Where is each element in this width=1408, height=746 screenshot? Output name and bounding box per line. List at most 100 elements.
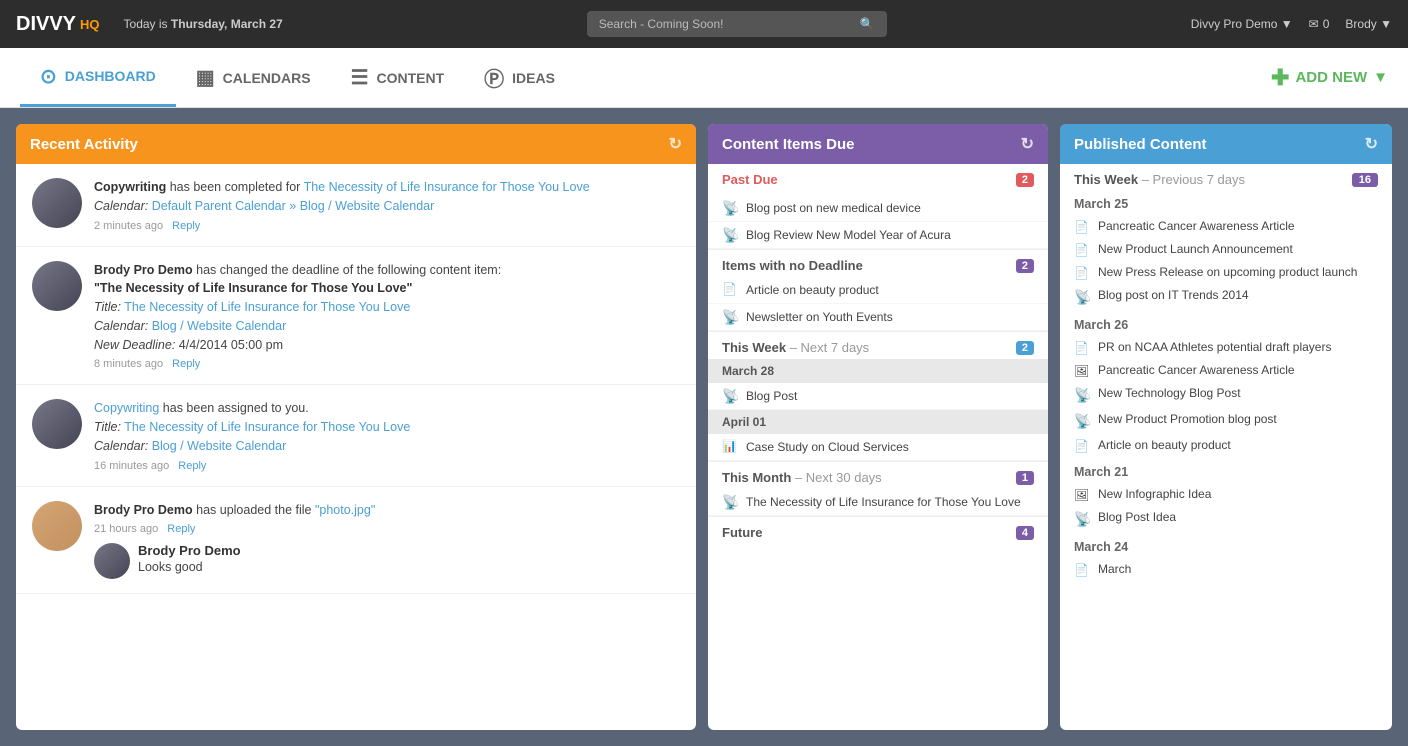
- activity-item: Copywriting has been assigned to you. Ti…: [16, 385, 696, 486]
- this-month-label: This Month – Next 30 days: [722, 470, 882, 485]
- pub-date: March 26: [1060, 314, 1392, 336]
- refresh-icon[interactable]: ↻: [1365, 134, 1378, 154]
- nav-dashboard-label: DASHBOARD: [65, 68, 156, 84]
- page-icon: 📄: [1074, 266, 1090, 280]
- activity-meta: 2 minutes ago Reply: [94, 220, 680, 232]
- pub-item-text: New Infographic Idea: [1098, 487, 1211, 501]
- activity-text: Copywriting has been completed for The N…: [94, 178, 680, 232]
- content-due-title: Content Items Due: [722, 136, 855, 153]
- reply-link[interactable]: Reply: [172, 358, 200, 370]
- pub-item-text: Article on beauty product: [1098, 438, 1231, 452]
- activity-text: Copywriting has been assigned to you. Ti…: [94, 399, 680, 471]
- content-icon: ☰: [351, 65, 369, 90]
- mail-area[interactable]: ✉ 0: [1309, 17, 1330, 31]
- cal-link[interactable]: Blog / Website Calendar: [152, 439, 287, 453]
- cal-link[interactable]: Blog / Website Calendar: [152, 319, 287, 333]
- comment-text: Looks good: [138, 558, 241, 577]
- main-content: Recent Activity ↻ Copywriting has been c…: [0, 108, 1408, 746]
- reply-link[interactable]: Reply: [172, 220, 200, 232]
- comment-area: Brody Pro Demo Looks good: [94, 543, 680, 579]
- past-due-label: Past Due: [722, 172, 778, 187]
- due-item: 📡 Newsletter on Youth Events: [708, 304, 1048, 331]
- timestamp: 16 minutes ago: [94, 460, 169, 472]
- item-title: "The Necessity of Life Insurance for Tho…: [94, 281, 412, 295]
- pub-item-text: March: [1098, 562, 1131, 576]
- due-item-text: Blog Post: [746, 389, 797, 403]
- date-divider: March 28: [708, 359, 1048, 383]
- pub-item: 📄 New Press Release on upcoming product …: [1060, 261, 1392, 284]
- past-due-badge: 2: [1016, 173, 1034, 187]
- rss-icon: 📡: [722, 388, 738, 404]
- nav-ideas[interactable]: Ⓟ IDEAS: [464, 48, 575, 107]
- refresh-icon[interactable]: ↻: [1021, 134, 1034, 154]
- page-icon: 📄: [722, 282, 738, 298]
- timestamp: 8 minutes ago: [94, 358, 163, 370]
- workspace-selector[interactable]: Divvy Pro Demo ▼: [1191, 17, 1293, 31]
- pub-item-text: Blog Post Idea: [1098, 510, 1176, 524]
- refresh-icon[interactable]: ↻: [669, 134, 682, 154]
- file-link[interactable]: "photo.jpg": [315, 503, 375, 517]
- nav-ideas-label: IDEAS: [512, 70, 555, 86]
- pub-item: 🖼 New Infographic Idea: [1060, 483, 1392, 506]
- pub-item: 📄 March: [1060, 558, 1392, 581]
- published-content-header: Published Content ↻: [1060, 124, 1392, 164]
- due-item: 📄 Article on beauty product: [708, 277, 1048, 304]
- activity-item: Brody Pro Demo has uploaded the file "ph…: [16, 487, 696, 595]
- pub-item: 📄 Article on beauty product: [1060, 434, 1392, 457]
- nav-content[interactable]: ☰ CONTENT: [331, 48, 465, 107]
- pub-item-text: Blog post on IT Trends 2014: [1098, 288, 1249, 302]
- commenter-avatar: [94, 543, 130, 579]
- reply-link[interactable]: Reply: [178, 460, 206, 472]
- future-label: Future: [722, 525, 762, 540]
- search-box[interactable]: Search - Coming Soon! 🔍: [587, 11, 887, 37]
- due-item-text: Blog post on new medical device: [746, 201, 921, 215]
- nav-dashboard[interactable]: ⊙ DASHBOARD: [20, 48, 176, 107]
- pub-item-text: New Product Promotion blog post: [1098, 412, 1277, 426]
- timestamp: 21 hours ago: [94, 523, 158, 535]
- deadline-value: 4/4/2014 05:00 pm: [179, 338, 283, 352]
- pub-item: 🖼 Pancreatic Cancer Awareness Article: [1060, 359, 1392, 382]
- pub-date: March 25: [1060, 193, 1392, 215]
- recent-activity-body: Copywriting has been completed for The N…: [16, 164, 696, 730]
- pub-date: March 24: [1060, 536, 1392, 558]
- avatar: [32, 399, 82, 449]
- search-icon: 🔍: [860, 17, 875, 31]
- rss-icon: 📡: [1074, 511, 1090, 528]
- pub-date: March 21: [1060, 461, 1392, 483]
- this-week-badge: 2: [1016, 341, 1034, 355]
- title-link[interactable]: The Necessity of Life Insurance for Thos…: [124, 420, 410, 434]
- photo-icon: 🖼: [1074, 488, 1090, 502]
- action-link[interactable]: Copywriting: [94, 401, 159, 415]
- due-item: 📊 Case Study on Cloud Services: [708, 434, 1048, 461]
- recent-activity-panel: Recent Activity ↻ Copywriting has been c…: [16, 124, 696, 730]
- avatar: [32, 501, 82, 551]
- page-icon: 📄: [1074, 439, 1090, 453]
- user-area[interactable]: Brody ▼: [1345, 17, 1392, 31]
- due-item: 📡 The Necessity of Life Insurance for Th…: [708, 489, 1048, 516]
- action-word: Copywriting: [94, 180, 166, 194]
- dashboard-icon: ⊙: [40, 64, 57, 89]
- nav-calendars-label: CALENDARS: [223, 70, 311, 86]
- search-text: Search - Coming Soon!: [599, 17, 724, 31]
- topbar: DIVVY HQ Today is Thursday, March 27 Sea…: [0, 0, 1408, 48]
- due-item: 📡 Blog Review New Model Year of Acura: [708, 222, 1048, 249]
- reply-link[interactable]: Reply: [167, 523, 195, 535]
- rss-icon: 📡: [1074, 289, 1090, 306]
- nav-content-label: CONTENT: [377, 70, 445, 86]
- this-month-badge: 1: [1016, 471, 1034, 485]
- no-deadline-section: Items with no Deadline 2: [708, 249, 1048, 277]
- content-link[interactable]: The Necessity of Life Insurance for Thos…: [304, 180, 590, 194]
- recent-activity-title: Recent Activity: [30, 136, 138, 153]
- content-due-header: Content Items Due ↻: [708, 124, 1048, 164]
- due-item: 📡 Blog post on new medical device: [708, 195, 1048, 222]
- future-badge: 4: [1016, 526, 1034, 540]
- calendar-link[interactable]: Default Parent Calendar » Blog / Website…: [152, 199, 435, 213]
- page-icon: 📄: [1074, 341, 1090, 355]
- chevron-right-icon[interactable]: ›: [1372, 410, 1382, 444]
- no-deadline-badge: 2: [1016, 259, 1034, 273]
- nav-calendars[interactable]: ▦ CALENDARS: [176, 48, 331, 107]
- add-new-button[interactable]: ✚ ADD NEW ▼: [1271, 65, 1388, 91]
- content-due-panel: Content Items Due ↻ Past Due 2 📡 Blog po…: [708, 124, 1048, 730]
- due-item-text: The Necessity of Life Insurance for Thos…: [746, 495, 1021, 509]
- title-link[interactable]: The Necessity of Life Insurance for Thos…: [124, 300, 410, 314]
